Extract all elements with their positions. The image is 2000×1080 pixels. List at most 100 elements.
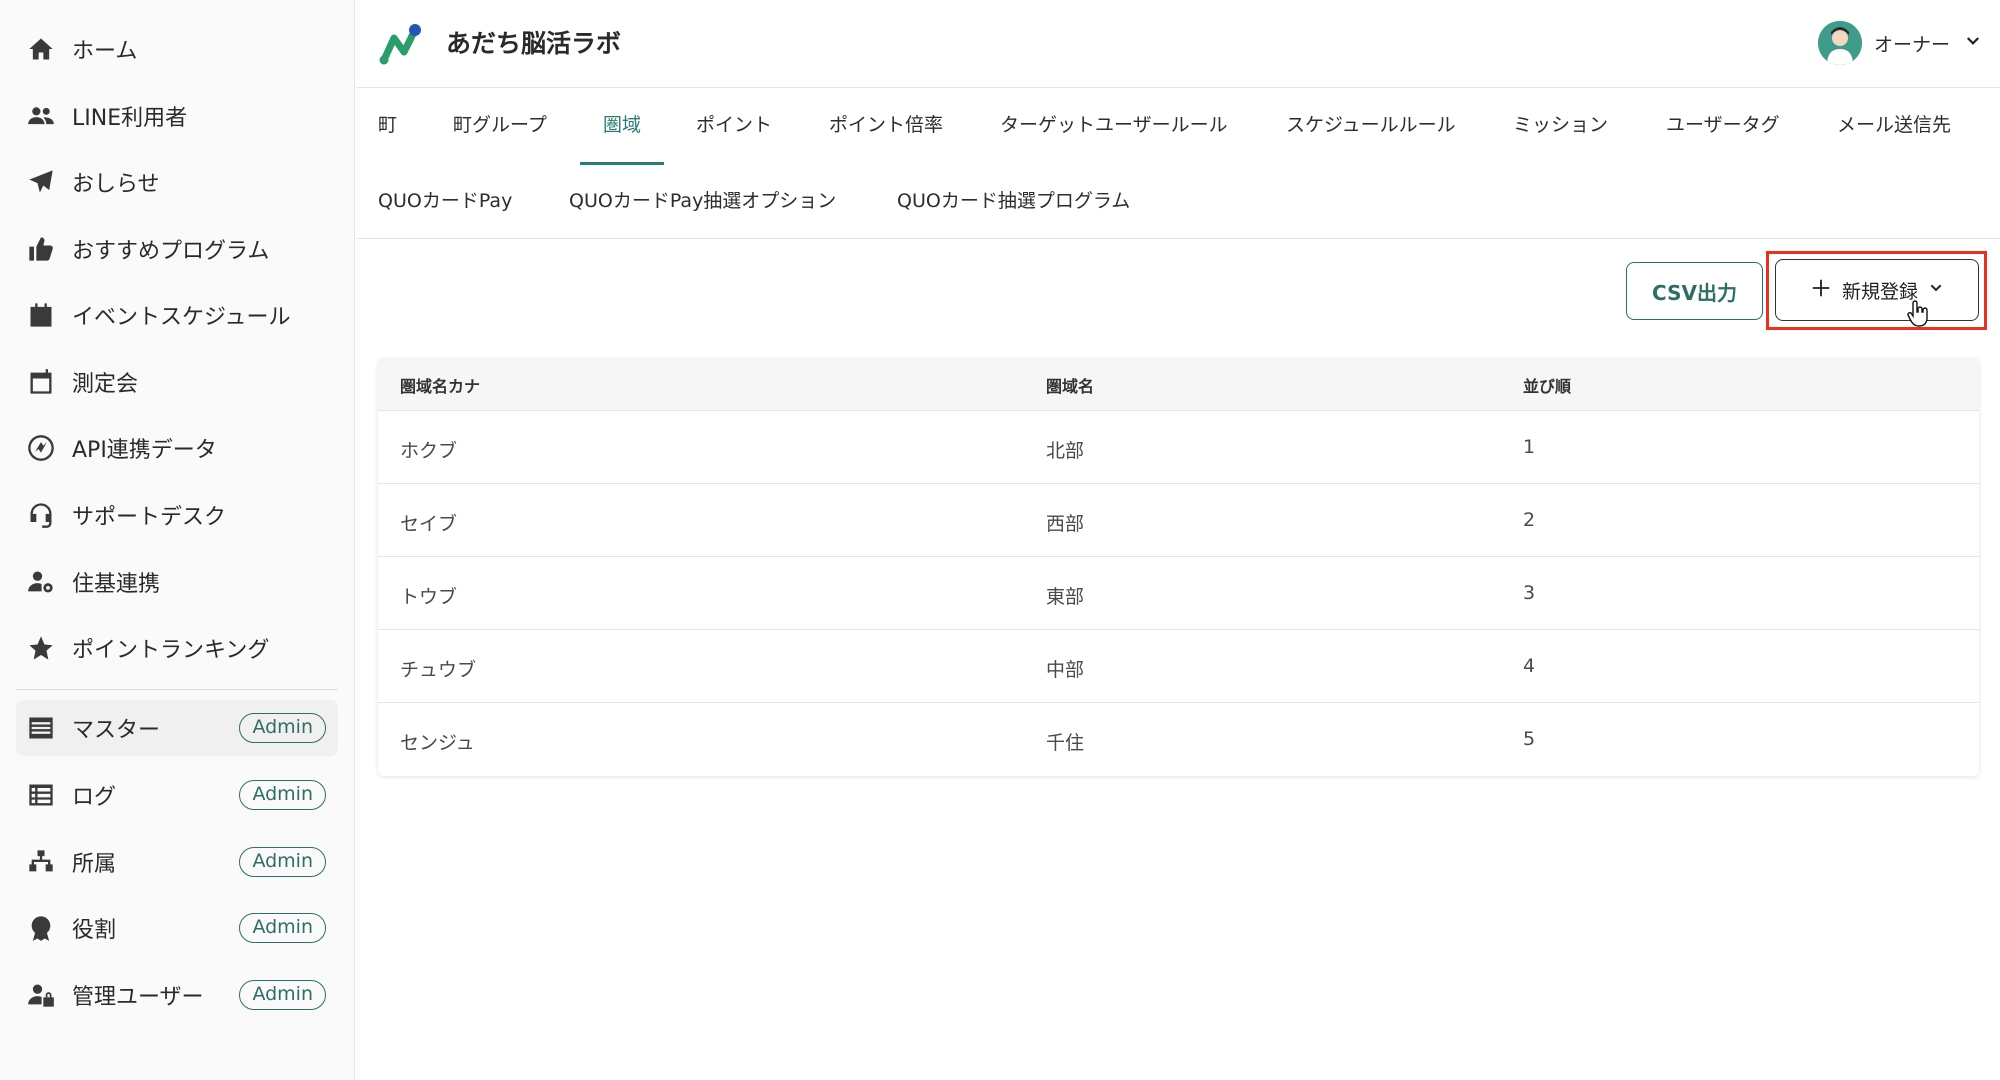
sidebar-item-label: LINE利用者	[72, 106, 188, 131]
org-tree-icon	[26, 847, 56, 877]
table-row[interactable]: トウブ 東部 3	[378, 556, 1979, 629]
master-tabs: 町 町グループ 圏域 ポイント ポイント倍率 ターゲットユーザールール スケジュ…	[356, 89, 2000, 239]
table-row[interactable]: ホクブ 北部 1	[378, 410, 1979, 483]
home-icon	[26, 34, 56, 64]
sidebar-item-label: サポートデスク	[72, 505, 227, 530]
admin-user-icon	[26, 980, 56, 1010]
sidebar-item-measurement[interactable]: 測定会	[16, 354, 338, 410]
sidebar-item-master[interactable]: マスター Admin	[16, 700, 338, 756]
sidebar-item-resident-link[interactable]: 住基連携	[16, 554, 338, 610]
sidebar-item-label: API連携データ	[72, 438, 217, 463]
sidebar-item-label: イベントスケジュール	[72, 305, 291, 330]
column-header-sort-order: 並び順	[1523, 377, 1572, 396]
sidebar-item-label: 所属	[72, 852, 117, 877]
sidebar-item-affiliation[interactable]: 所属 Admin	[16, 834, 338, 890]
table-header: 圏域名カナ 圏域名 並び順	[378, 358, 1979, 410]
admin-badge: Admin	[239, 913, 326, 943]
cell-area-kana: ホクブ	[400, 440, 458, 462]
cell-area-kana: トウブ	[400, 586, 458, 608]
area-table: 圏域名カナ 圏域名 並び順 ホクブ 北部 1 セイブ 西部 2 トウブ 東部 3…	[378, 358, 1979, 776]
cell-sort-order: 5	[1523, 728, 1536, 750]
calendar-icon	[26, 300, 56, 330]
tab-town[interactable]: 町	[378, 101, 397, 149]
tab-target-user-rule[interactable]: ターゲットユーザールール	[1000, 101, 1228, 149]
tab-quo-card-pay[interactable]: QUOカードPay	[378, 177, 512, 225]
cell-area-kana: チュウブ	[400, 659, 477, 681]
tab-point-multiplier[interactable]: ポイント倍率	[829, 101, 943, 149]
sidebar-item-label: ホーム	[72, 39, 138, 64]
cell-area-name: 東部	[1046, 586, 1085, 608]
app-logo	[376, 20, 424, 68]
table-row[interactable]: センジュ 千住 5	[378, 702, 1979, 775]
column-header-area-kana: 圏域名カナ	[400, 377, 481, 396]
app-root: ホーム LINE利用者 おしらせ おすすめプログラム イベントスケジュール 測定…	[0, 0, 2000, 1080]
sidebar-item-recommended[interactable]: おすすめプログラム	[16, 221, 338, 277]
sidebar-item-label: 住基連携	[72, 572, 161, 597]
sidebar-item-notices[interactable]: おしらせ	[16, 154, 338, 210]
sidebar-item-label: 管理ユーザー	[72, 985, 204, 1010]
sidebar-item-line-users[interactable]: LINE利用者	[16, 88, 338, 144]
sidebar-item-label: おすすめプログラム	[72, 239, 270, 264]
new-register-button[interactable]: 新規登録	[1775, 259, 1979, 321]
user-menu[interactable]: オーナー	[1817, 20, 1982, 66]
cell-area-name: 千住	[1046, 732, 1085, 754]
cell-sort-order: 4	[1523, 655, 1536, 677]
admin-badge: Admin	[239, 847, 326, 877]
master-data-icon	[26, 713, 56, 743]
avatar	[1817, 21, 1862, 65]
admin-badge: Admin	[239, 780, 326, 810]
tab-user-tag[interactable]: ユーザータグ	[1666, 101, 1780, 149]
tab-points[interactable]: ポイント	[696, 101, 772, 149]
chevron-down-icon	[1964, 32, 1982, 54]
headset-icon	[26, 500, 56, 530]
sidebar-item-point-ranking[interactable]: ポイントランキング	[16, 620, 338, 676]
user-name: オーナー	[1873, 33, 1950, 56]
sidebar-item-label: 測定会	[72, 372, 139, 397]
sidebar-item-admin-users[interactable]: 管理ユーザー Admin	[16, 967, 338, 1023]
cell-area-name: 中部	[1046, 659, 1085, 681]
star-icon	[26, 633, 56, 663]
cell-sort-order: 3	[1523, 582, 1536, 604]
column-header-area-name: 圏域名	[1046, 377, 1095, 396]
sidebar-item-events[interactable]: イベントスケジュール	[16, 287, 338, 343]
cell-area-name: 北部	[1046, 440, 1085, 462]
sidebar-item-label: マスター	[72, 718, 161, 743]
sidebar-item-support-desk[interactable]: サポートデスク	[16, 487, 338, 543]
active-tab-indicator	[580, 162, 664, 165]
csv-export-button[interactable]: CSV出力	[1626, 262, 1763, 320]
admin-badge: Admin	[239, 713, 326, 743]
plus-icon	[1810, 277, 1832, 304]
cell-area-name: 西部	[1046, 513, 1085, 535]
sidebar-item-home[interactable]: ホーム	[16, 21, 338, 77]
tab-mission[interactable]: ミッション	[1513, 101, 1608, 149]
admin-badge: Admin	[239, 980, 326, 1010]
user-gear-icon	[26, 567, 56, 597]
calendar-blank-icon	[26, 367, 56, 397]
log-icon	[26, 780, 56, 810]
sidebar-item-label: 役割	[72, 918, 117, 943]
hand-cursor-icon	[1906, 300, 1930, 328]
tab-area[interactable]: 圏域	[603, 101, 641, 149]
tab-quo-card-lottery-program[interactable]: QUOカード抽選プログラム	[897, 177, 1130, 225]
sidebar-item-label: おしらせ	[72, 172, 160, 197]
tab-mail-destination[interactable]: メール送信先	[1837, 101, 1951, 149]
tab-quo-card-pay-lottery-option[interactable]: QUOカードPay抽選オプション	[569, 177, 836, 225]
paper-plane-icon	[26, 167, 56, 197]
table-row[interactable]: チュウブ 中部 4	[378, 629, 1979, 702]
app-title: あだち脳活ラボ	[446, 29, 622, 58]
table-row[interactable]: セイブ 西部 2	[378, 483, 1979, 556]
tab-schedule-rule[interactable]: スケジュールルール	[1286, 101, 1456, 149]
sidebar-item-api-data[interactable]: API連携データ	[16, 420, 338, 476]
tab-town-group[interactable]: 町グループ	[453, 101, 547, 149]
top-header: あだち脳活ラボ オーナー	[356, 0, 2000, 88]
thumbs-up-icon	[26, 234, 56, 264]
api-link-icon	[26, 433, 56, 463]
cell-area-kana: センジュ	[400, 732, 475, 754]
chevron-down-icon	[1928, 279, 1944, 301]
sidebar-item-label: ポイントランキング	[72, 638, 270, 663]
sidebar-item-label: ログ	[72, 785, 117, 810]
cell-sort-order: 1	[1523, 436, 1536, 458]
cell-sort-order: 2	[1523, 509, 1536, 531]
sidebar-item-log[interactable]: ログ Admin	[16, 767, 338, 823]
sidebar-item-roles[interactable]: 役割 Admin	[16, 900, 338, 956]
